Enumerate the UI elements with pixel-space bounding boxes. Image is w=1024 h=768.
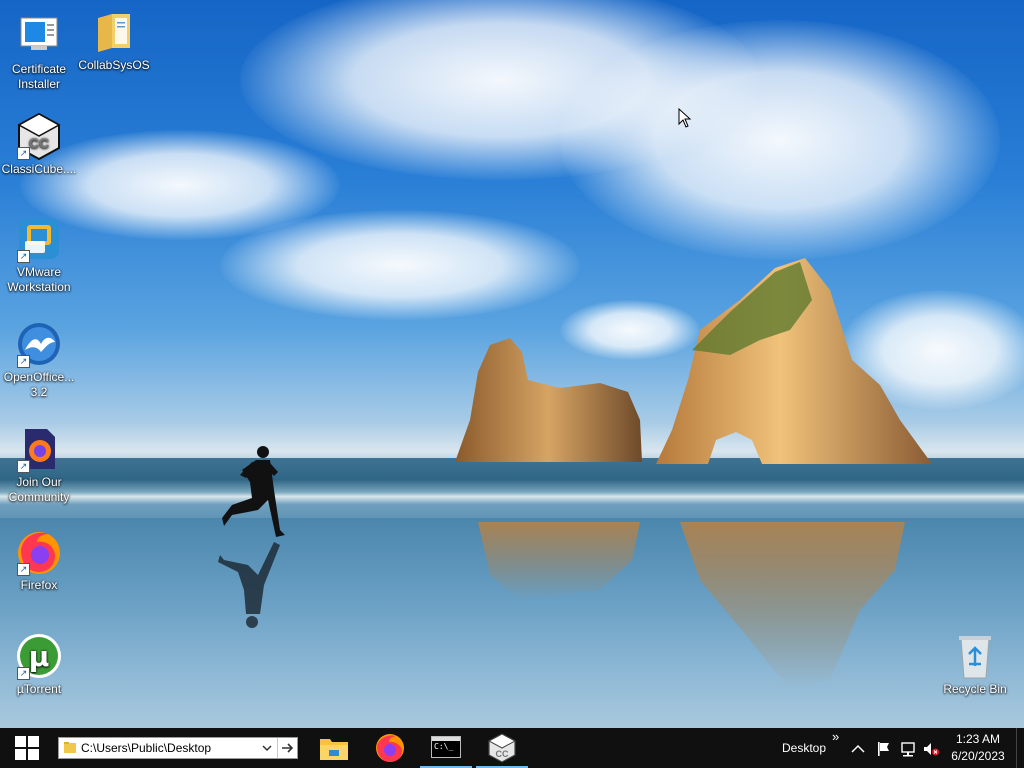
desktop-toolbar-label[interactable]: Desktop <box>782 741 826 755</box>
desktop-icon-utorrent[interactable]: µ ↗ µTorrent <box>0 632 78 697</box>
runner-silhouette <box>222 446 285 537</box>
desktop-icon-classicube[interactable]: CC ↗ ClassiCube.... <box>0 112 78 177</box>
svg-text:CC: CC <box>496 749 509 759</box>
desktop-icon-openoffice[interactable]: ↗ OpenOffice... 3.2 <box>0 320 78 400</box>
shortcut-arrow-icon: ↗ <box>17 355 30 368</box>
shortcut-arrow-icon: ↗ <box>17 460 30 473</box>
address-input[interactable] <box>81 739 256 757</box>
wallpaper-rocks <box>218 258 932 690</box>
action-center-flag-icon[interactable] <box>876 741 892 757</box>
volume-muted-icon[interactable] <box>922 741 940 757</box>
desktop-icon-collabsysos[interactable]: CollabSysOS <box>75 8 153 73</box>
taskbar-classicube[interactable]: CC <box>476 728 528 768</box>
shortcut-arrow-icon: ↗ <box>17 667 30 680</box>
folder-icon <box>90 8 138 56</box>
show-desktop-button[interactable] <box>1016 728 1024 768</box>
divider <box>277 738 278 758</box>
firefox-doc-icon: ↗ <box>15 425 63 473</box>
firefox-icon: ↗ <box>15 528 63 576</box>
command-prompt-glyph: C:\_ <box>434 742 454 751</box>
clock-time: 1:23 AM <box>955 732 1001 746</box>
go-arrow-icon[interactable] <box>281 742 295 754</box>
start-button[interactable] <box>0 728 54 768</box>
desktop-icon-label: Firefox <box>20 578 58 592</box>
taskbar-file-explorer[interactable] <box>308 728 360 768</box>
classicube-icon: CC <box>488 733 516 763</box>
desktop-icon-label: VMware Workstation <box>7 265 71 294</box>
desktop-icon-certificate-installer[interactable]: Certificate Installer <box>0 12 78 92</box>
desktop-icon-vmware[interactable]: ↗ VMware Workstation <box>0 215 78 295</box>
desktop-icon-label: Join Our Community <box>8 475 70 504</box>
desktop-icon-join-community[interactable]: ↗ Join Our Community <box>0 425 78 505</box>
desktop-icon-firefox[interactable]: ↗ Firefox <box>0 528 78 593</box>
certificate-installer-icon <box>15 12 63 60</box>
desktop-icon-recycle-bin[interactable]: Recycle Bin <box>936 632 1014 697</box>
show-hidden-icons-chevron-icon[interactable] <box>851 744 865 754</box>
mouse-cursor-icon <box>678 108 692 128</box>
address-toolbar[interactable] <box>58 737 298 759</box>
taskbar: C:\_ CC Desktop » 1:23 AM 6/20/2023 <box>0 728 1024 768</box>
desktop-icon-label: Recycle Bin <box>943 682 1007 696</box>
taskbar-firefox[interactable] <box>364 728 416 768</box>
svg-text:CC: CC <box>29 135 49 151</box>
firefox-icon <box>376 734 404 762</box>
clock-date: 6/20/2023 <box>951 749 1005 763</box>
network-icon[interactable] <box>899 741 917 757</box>
shortcut-arrow-icon: ↗ <box>17 250 30 263</box>
desktop-icon-label: CollabSysOS <box>78 58 150 72</box>
folder-icon <box>64 742 76 753</box>
shortcut-arrow-icon: ↗ <box>17 563 30 576</box>
svg-text:µ: µ <box>29 640 50 673</box>
taskbar-command-prompt[interactable]: C:\_ <box>420 728 472 768</box>
shortcut-arrow-icon: ↗ <box>17 147 30 160</box>
utorrent-icon: µ ↗ <box>15 632 63 680</box>
toolbar-overflow-button[interactable]: » <box>832 729 839 744</box>
recycle-bin-icon <box>951 632 999 680</box>
vmware-icon: ↗ <box>15 215 63 263</box>
command-prompt-icon: C:\_ <box>431 736 461 758</box>
desktop-icon-label: Certificate Installer <box>11 62 67 91</box>
desktop-icon-label: ClassiCube.... <box>1 162 77 176</box>
desktop[interactable]: Certificate Installer CollabSysOS CC ↗ C… <box>0 0 1024 728</box>
desktop-icon-label: µTorrent <box>16 682 62 696</box>
runner-reflection <box>218 542 280 628</box>
desktop-icon-label: OpenOffice... 3.2 <box>3 370 75 399</box>
clock[interactable]: 1:23 AM 6/20/2023 <box>944 731 1012 765</box>
chevron-down-icon[interactable] <box>261 742 273 754</box>
file-explorer-icon <box>320 739 348 760</box>
openoffice-icon: ↗ <box>15 320 63 368</box>
classicube-icon: CC ↗ <box>15 112 63 161</box>
windows-logo-icon <box>15 736 39 760</box>
